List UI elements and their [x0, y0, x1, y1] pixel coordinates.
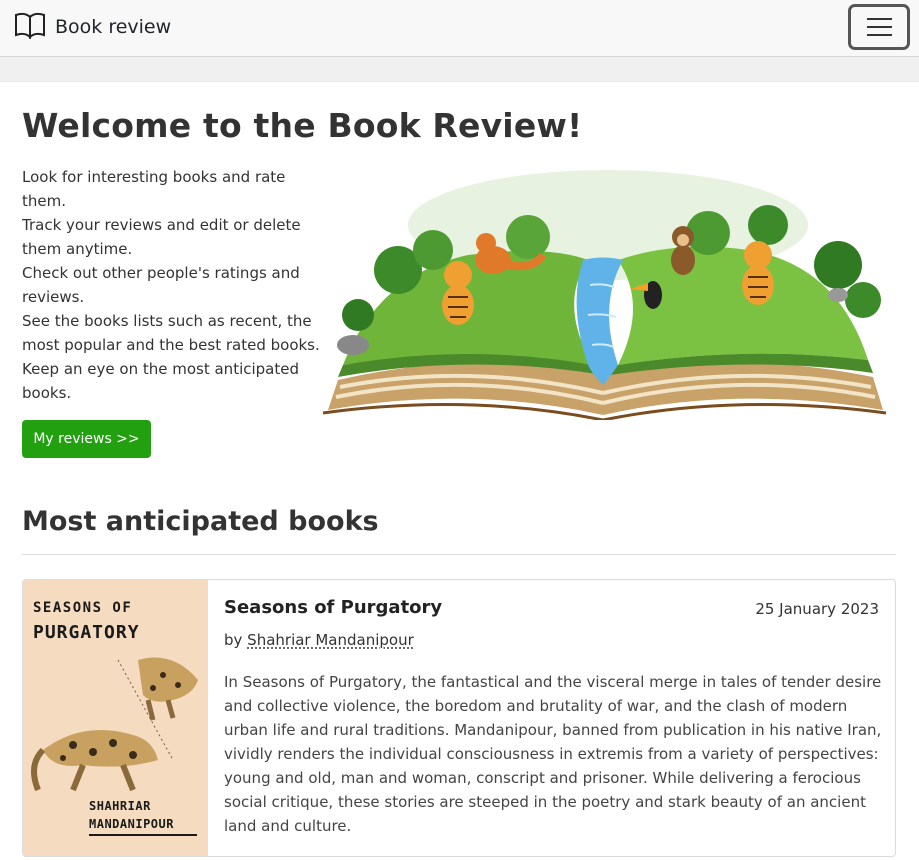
navbar-toggler-button[interactable] [848, 4, 910, 50]
book-cover[interactable]: SEASONS OF PURGATORY SHAHRIAR MANDANIPOU… [23, 580, 208, 856]
book-byline: by Shahriar Mandanipour [224, 631, 414, 649]
navbar: Book review [0, 0, 919, 57]
hero-illustration [318, 165, 890, 422]
intro-line: See the books lists such as recent, the … [22, 312, 320, 354]
my-reviews-button[interactable]: My reviews >> [22, 420, 151, 458]
hamburger-menu-icon [866, 18, 892, 36]
brand-title: Book review [55, 16, 172, 38]
intro-line: Look for interesting books and rate them… [22, 168, 286, 210]
book-description: In Seasons of Purgatory, the fantastical… [224, 673, 882, 835]
cover-author-line: MANDANIPOUR [89, 817, 174, 831]
intro-line: Track your reviews and edit or delete th… [22, 216, 301, 258]
page-title: Welcome to the Book Review! [22, 106, 583, 145]
cover-author-line: SHAHRIAR [89, 799, 151, 813]
byline-prefix: by [224, 631, 248, 649]
cover-leopard-art [31, 657, 198, 792]
section-divider [22, 554, 896, 555]
book-title-link[interactable]: Seasons of Purgatory [224, 597, 442, 618]
navbar-spacer [0, 57, 919, 81]
intro-line: Keep an eye on the most anticipated book… [22, 360, 300, 402]
book-card: SEASONS OF PURGATORY SHAHRIAR MANDANIPOU… [22, 579, 896, 857]
open-book-icon [14, 11, 46, 43]
brand-link[interactable]: Book review [14, 12, 171, 42]
intro-text: Look for interesting books and rate them… [22, 165, 322, 405]
section-title-anticipated: Most anticipated books [22, 506, 379, 537]
cover-title-line: SEASONS OF [33, 600, 133, 616]
cover-divider [89, 834, 197, 836]
book-release-date: 25 January 2023 [755, 600, 879, 618]
book-author-link[interactable]: Shahriar Mandanipour [247, 631, 414, 649]
intro-line: Check out other people's ratings and rev… [22, 264, 300, 306]
